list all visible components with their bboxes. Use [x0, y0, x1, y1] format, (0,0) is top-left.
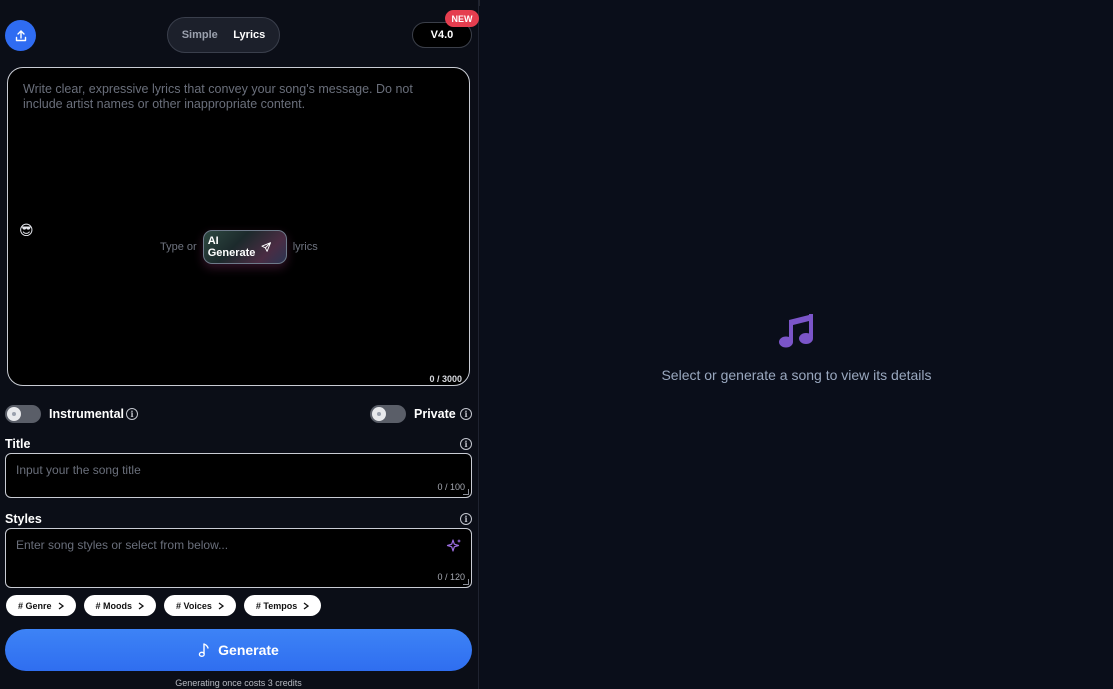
empty-state-text: Select or generate a song to view its de… — [661, 367, 932, 383]
toggle-knob — [372, 407, 386, 421]
generate-button[interactable]: Generate — [5, 629, 472, 671]
music-note-icon — [198, 643, 209, 657]
tag-voices[interactable]: # Voices — [164, 595, 236, 616]
sparkle-icon[interactable] — [446, 538, 462, 554]
generate-label: Generate — [218, 642, 279, 658]
create-panel: Simple Lyrics V4.0 NEW Write clear, expr… — [0, 0, 479, 689]
upload-icon — [15, 29, 26, 41]
tag-tempos-label: # Tempos — [255, 600, 298, 611]
chevron-right-icon — [58, 601, 64, 610]
instrumental-toggle[interactable] — [5, 405, 41, 423]
empty-state: Select or generate a song to view its de… — [480, 312, 1113, 383]
chevron-right-icon — [218, 601, 224, 610]
resize-handle[interactable] — [463, 579, 469, 585]
title-label: Title — [5, 437, 31, 451]
instrumental-info-icon[interactable]: i — [126, 408, 138, 420]
tag-voices-label: # Voices — [176, 600, 212, 611]
tag-moods-label: # Moods — [95, 600, 133, 611]
tag-genre[interactable]: # Genre — [6, 595, 76, 616]
music-note-icon — [778, 314, 813, 348]
private-toggle[interactable] — [370, 405, 406, 423]
new-badge: NEW — [445, 10, 479, 27]
emoji-picker-button[interactable]: 😎 — [19, 222, 34, 239]
title-info-icon[interactable]: i — [460, 438, 472, 450]
tag-genre-label: # Genre — [18, 600, 52, 611]
ai-generate-row: Type or AI Generate lyrics — [160, 230, 318, 264]
styles-info-icon[interactable]: i — [460, 513, 472, 525]
resize-handle[interactable] — [463, 489, 469, 495]
tag-moods[interactable]: # Moods — [83, 595, 157, 616]
song-details-panel: Select or generate a song to view its de… — [480, 0, 1113, 689]
tag-tempos[interactable]: # Tempos — [243, 595, 322, 616]
cost-note: Generating once costs 3 credits — [175, 678, 302, 688]
send-icon — [261, 242, 272, 252]
private-label: Private — [414, 407, 456, 421]
lyrics-word-text: lyrics — [292, 241, 318, 253]
mode-lyrics-tab[interactable]: Lyrics — [233, 29, 265, 41]
lyrics-textarea[interactable]: Write clear, expressive lyrics that conv… — [7, 67, 470, 386]
instrumental-label: Instrumental — [49, 407, 125, 421]
toggle-knob — [7, 407, 21, 421]
type-or-text: Type or — [160, 241, 197, 253]
upload-button[interactable] — [5, 20, 36, 51]
title-char-count: 0 / 100 — [437, 482, 465, 492]
ai-generate-button[interactable]: AI Generate — [202, 230, 287, 264]
styles-label: Styles — [5, 512, 42, 526]
chevron-right-icon — [138, 601, 145, 610]
styles-char-count: 0 / 120 — [437, 572, 465, 582]
private-info-icon[interactable]: i — [460, 408, 472, 420]
style-tags: # Genre # Moods # Voices # Tempos — [6, 595, 322, 616]
mode-toggle: Simple Lyrics — [167, 17, 280, 53]
title-input[interactable]: Input your the song title 0 / 100 — [5, 453, 472, 498]
lyrics-placeholder: Write clear, expressive lyrics that conv… — [23, 82, 413, 111]
chevron-right-icon — [303, 601, 310, 610]
ai-generate-label: AI Generate — [207, 235, 256, 259]
styles-placeholder: Enter song styles or select from below..… — [16, 538, 229, 552]
mode-simple-tab[interactable]: Simple — [182, 29, 218, 41]
title-placeholder: Input your the song title — [16, 463, 141, 477]
lyrics-char-count: 0 / 3000 — [429, 374, 462, 384]
styles-input[interactable]: Enter song styles or select from below..… — [5, 528, 472, 588]
